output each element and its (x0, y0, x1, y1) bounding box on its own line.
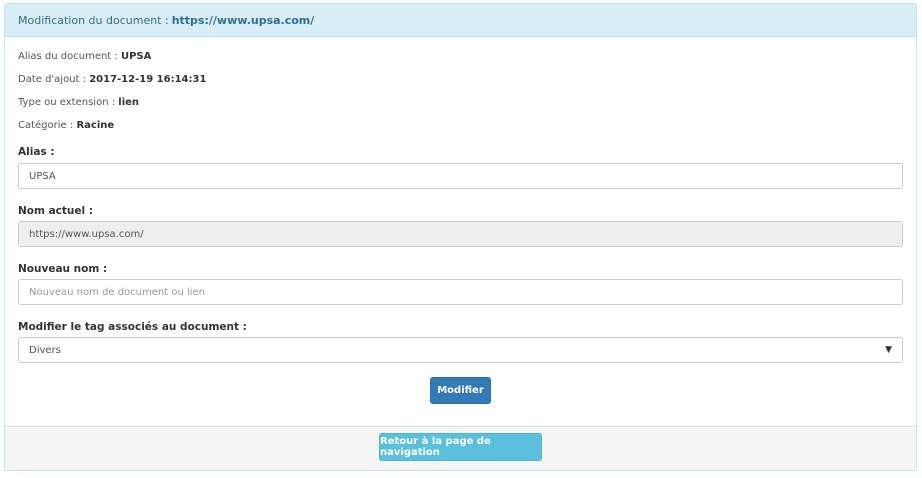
panel-heading: Modification du document : https://www.u… (5, 4, 916, 37)
document-panel: Modification du document : https://www.u… (4, 3, 917, 471)
info-category-label: Catégorie : (18, 120, 74, 131)
new-name-label: Nouveau nom : (18, 263, 108, 275)
back-to-navigation-button[interactable]: Retour à la page de navigation (379, 433, 542, 461)
current-name-field: https://www.upsa.com/ (18, 221, 903, 247)
info-alias: Alias du document : UPSA (18, 51, 151, 62)
new-name-placeholder: Nouveau nom de document ou lien (29, 286, 206, 298)
modify-button[interactable]: Modifier (430, 377, 491, 404)
info-type: Type ou extension : lien (18, 97, 139, 108)
info-alias-value: UPSA (120, 51, 152, 62)
alias-label: Alias : (18, 146, 55, 158)
panel-footer: Retour à la page de navigation (5, 426, 916, 470)
alias-input-value: UPSA (29, 170, 56, 182)
alias-input[interactable]: UPSA (18, 163, 903, 189)
heading-prefix: Modification du document : (18, 13, 169, 27)
tag-selected-value: Divers (29, 344, 61, 356)
info-category-value: Racine (76, 120, 115, 131)
info-date: Date d'ajout : 2017-12-19 16:14:31 (18, 74, 206, 85)
tag-label: Modifier le tag associés au document : (18, 321, 247, 333)
info-date-label: Date d'ajout : (18, 74, 87, 85)
info-type-value: lien (118, 97, 140, 108)
tag-select[interactable]: Divers ▼ (18, 337, 903, 363)
current-name-value: https://www.upsa.com/ (29, 228, 144, 240)
info-date-value: 2017-12-19 16:14:31 (89, 74, 207, 85)
chevron-down-icon: ▼ (885, 345, 892, 355)
new-name-input[interactable]: Nouveau nom de document ou lien (18, 279, 903, 305)
info-category: Catégorie : Racine (18, 120, 114, 131)
current-name-label: Nom actuel : (18, 205, 93, 217)
info-type-label: Type ou extension : (18, 97, 116, 108)
heading-document-url: https://www.upsa.com/ (171, 13, 315, 27)
info-alias-label: Alias du document : (18, 51, 118, 62)
